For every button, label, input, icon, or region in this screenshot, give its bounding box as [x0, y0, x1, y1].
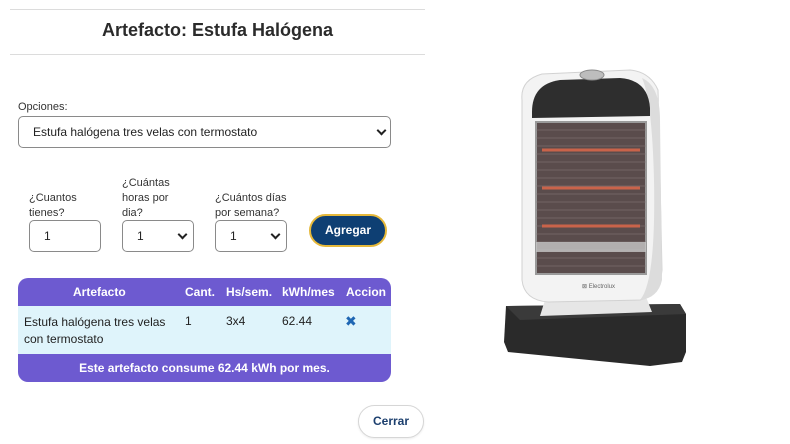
days-select[interactable]: 1 [215, 220, 287, 252]
chevron-down-icon [177, 229, 188, 240]
options-label: Opciones: [18, 101, 68, 113]
add-button[interactable]: Agregar [309, 214, 387, 247]
hours-select[interactable]: 1 [122, 220, 194, 252]
delete-icon[interactable]: ✖ [345, 313, 357, 330]
cell-kwh: 62.44 [282, 314, 313, 328]
table-row: Estufa halógena tres velas con termostat… [18, 306, 391, 354]
table-header: Artefacto Cant. Hs/sem. kWh/mes Accion [18, 278, 391, 306]
chevron-down-icon [376, 125, 387, 136]
artifact-table: Artefacto Cant. Hs/sem. kWh/mes Accion E… [18, 278, 391, 382]
modal-title: Artefacto: Estufa Halógena [101, 20, 334, 40]
cell-hs: 3x4 [226, 314, 246, 328]
heater-knob [579, 69, 605, 81]
heater-grille-bar [536, 242, 646, 252]
days-select-value: 1 [230, 229, 237, 243]
qty-input-value: 1 [44, 229, 51, 243]
header-cant: Cant. [185, 285, 215, 299]
header-hs: Hs/sem. [226, 285, 273, 299]
title-divider [10, 54, 425, 55]
qty-label: ¿Cuantos tienes? [29, 192, 77, 219]
brand-logo: ⊠ Electrolux [582, 284, 615, 290]
qty-input[interactable]: 1 [29, 220, 101, 252]
heater-top-panel [532, 78, 650, 118]
close-button[interactable]: Cerrar [358, 405, 424, 438]
top-divider [10, 9, 425, 10]
chevron-down-icon [270, 229, 281, 240]
hours-select-value: 1 [137, 229, 144, 243]
header-accion: Accion [346, 285, 387, 299]
options-select-value: Estufa halógena tres velas con termostat… [33, 125, 258, 139]
artifact-modal: Artefacto: Estufa Halógena Opciones: Est… [0, 0, 440, 444]
days-label: ¿Cuántos días por semana? [215, 192, 287, 219]
cell-artefacto: Estufa halógena tres velas con termostat… [24, 315, 166, 346]
consumption-summary: Este artefacto consume 62.44 kWh por mes… [18, 354, 391, 382]
heater-image: ⊠ Electrolux [500, 60, 700, 380]
cell-cant: 1 [185, 314, 192, 328]
options-select[interactable]: Estufa halógena tres velas con termostat… [18, 116, 391, 148]
hours-label: ¿Cuántas horas por dia? [122, 177, 170, 219]
header-artefacto: Artefacto [73, 285, 126, 299]
header-kwh: kWh/mes [282, 285, 335, 299]
